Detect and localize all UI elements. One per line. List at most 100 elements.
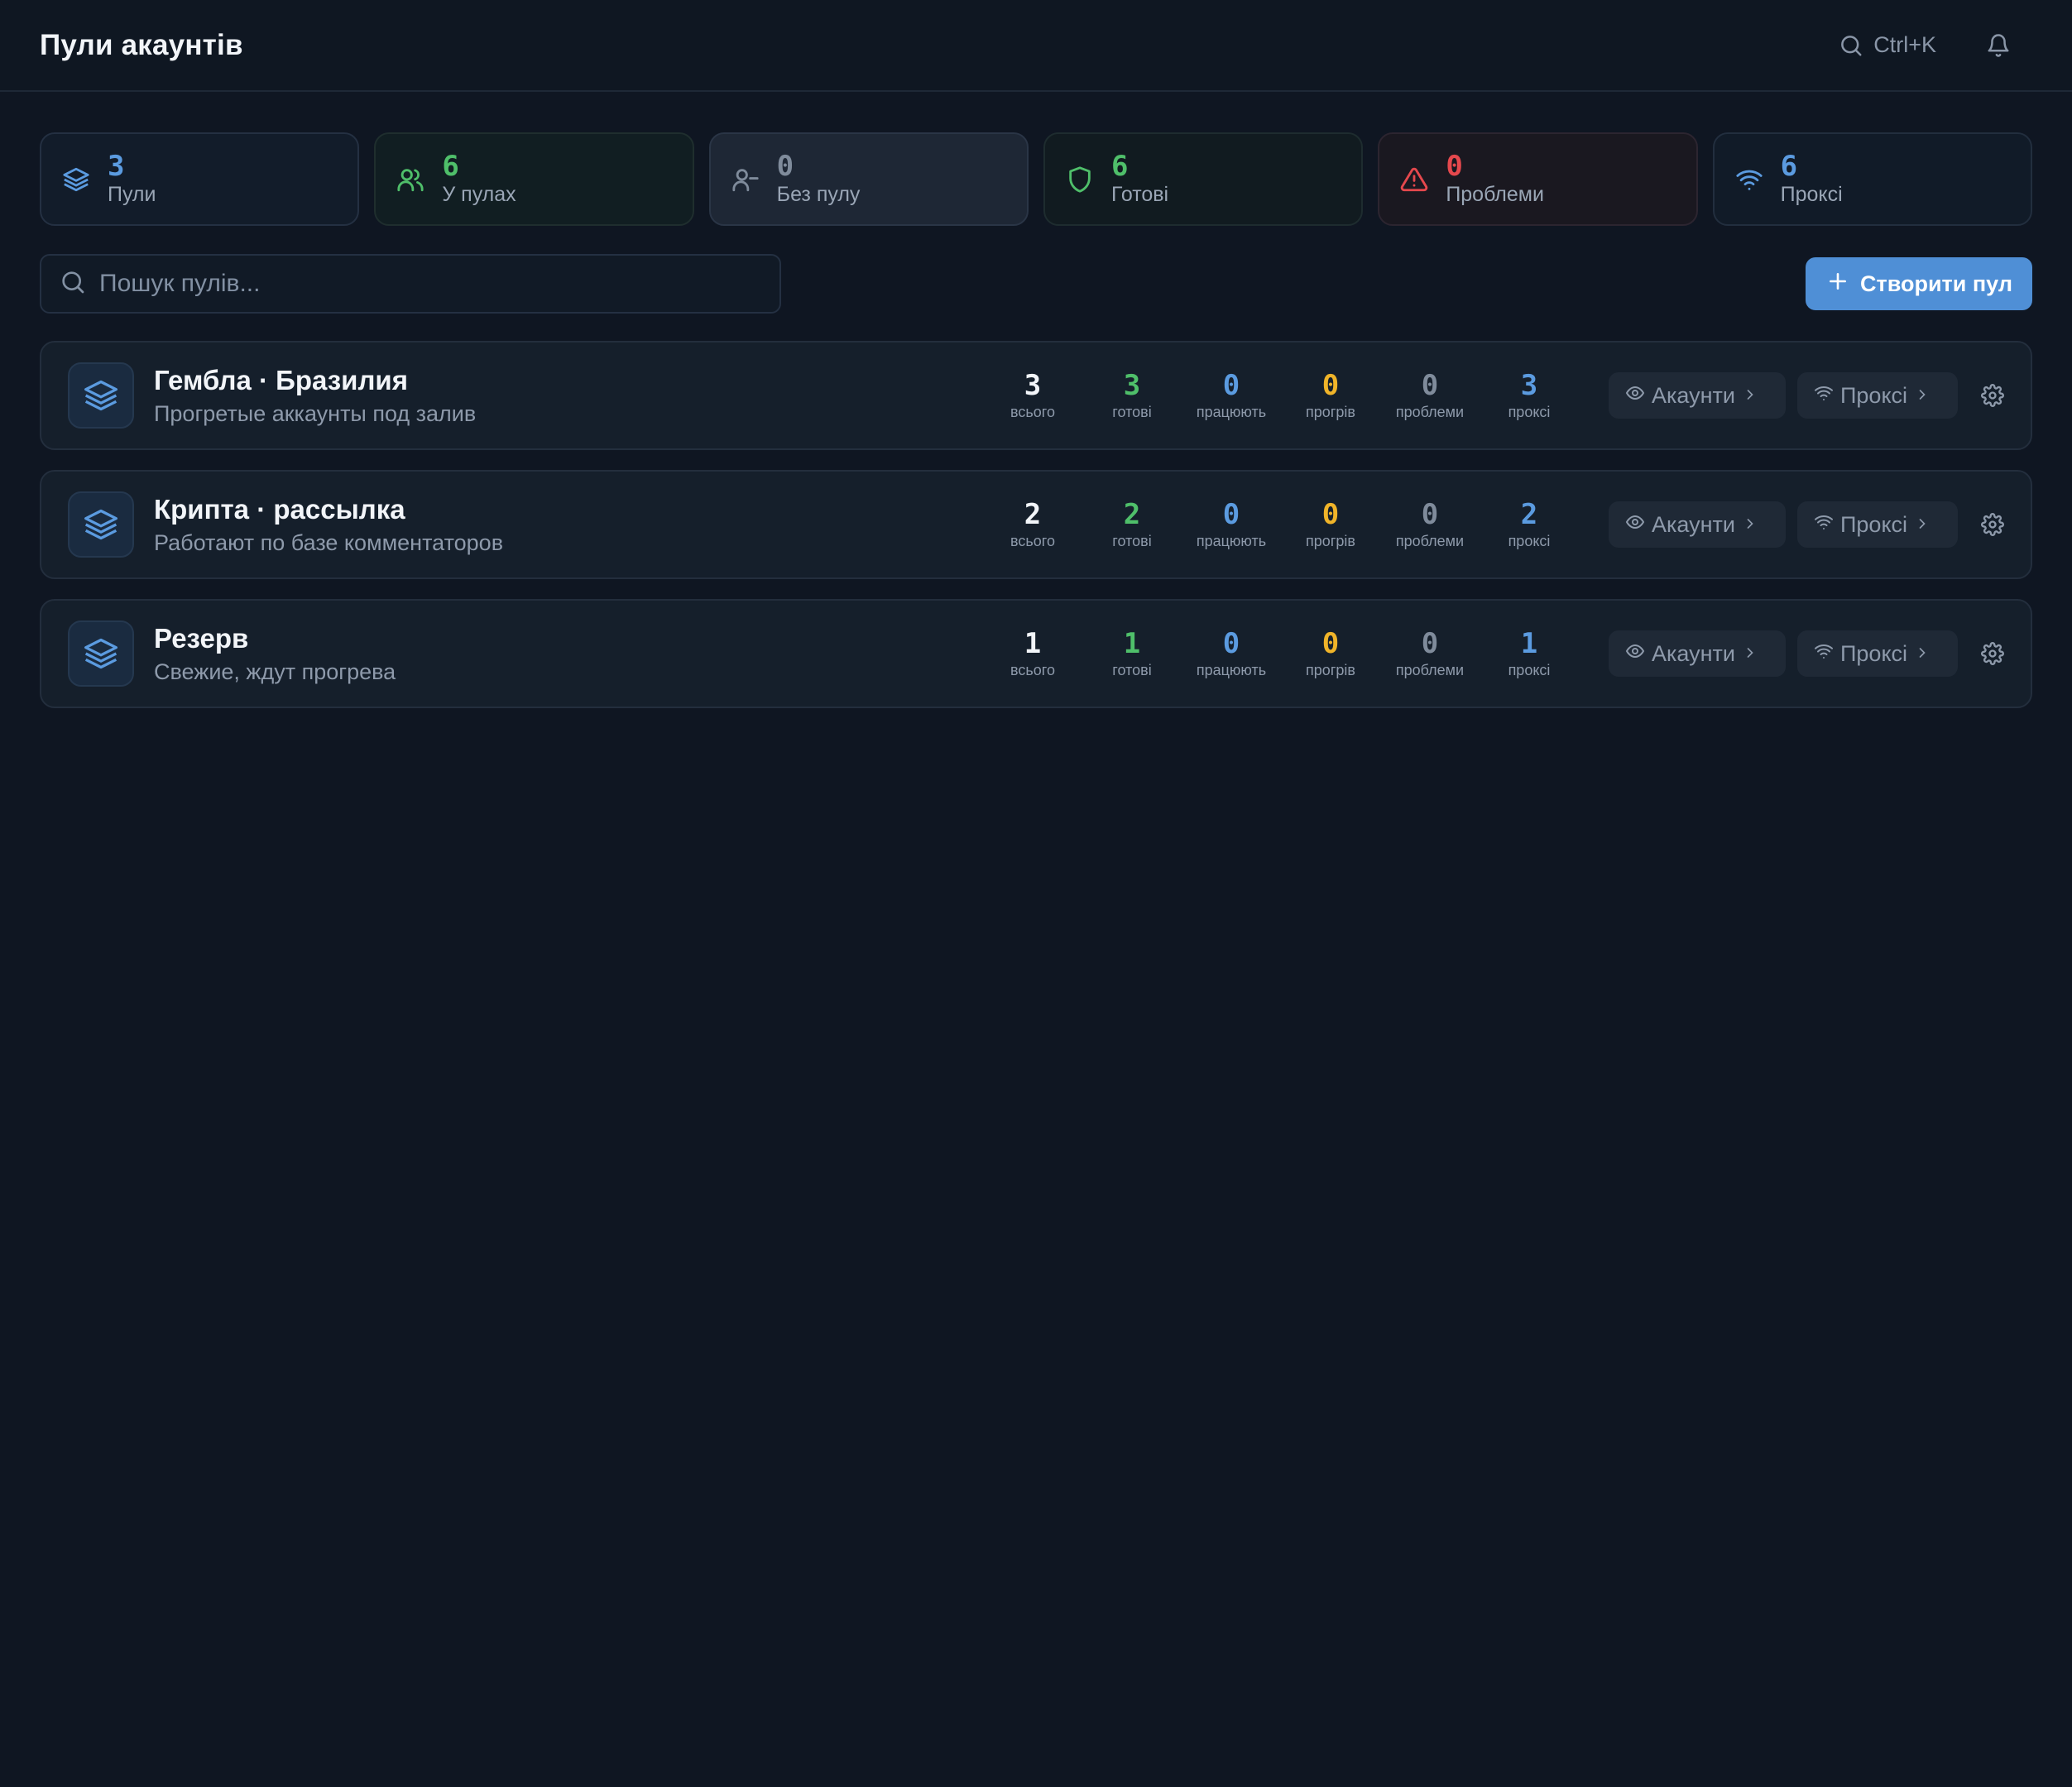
proxies-label: Проксі [1840,382,1908,408]
top-bar: Пули акаунтів Ctrl+K [0,0,2072,92]
metric-ready: 3 готові [1082,369,1182,422]
command-search-button[interactable]: Ctrl+K [1839,32,1936,58]
accounts-label: Акаунти [1652,382,1735,408]
stat-card-ready[interactable]: 6 Готові [1043,132,1364,226]
metric-problems: 0 проблеми [1380,369,1480,422]
create-pool-button[interactable]: Створити пул [1806,257,2032,310]
user-minus-icon [731,165,760,194]
layers-icon [68,491,134,558]
gear-icon[interactable] [1981,642,2004,665]
view-proxies-button[interactable]: Проксі [1797,501,1958,548]
view-accounts-button[interactable]: Акаунти [1609,630,1786,677]
plus-icon [1827,271,1849,298]
stat-value: 6 [1110,149,1129,183]
view-proxies-button[interactable]: Проксі [1797,630,1958,677]
metric-label: всього [1010,404,1055,420]
metric-ready: 2 готові [1082,498,1182,551]
stat-value: 0 [776,149,794,183]
gear-icon[interactable] [1981,513,2004,536]
metric-value: 2 [1123,498,1141,531]
metric-value: 0 [1222,627,1240,660]
stat-card-pools[interactable]: 3 Пули [40,132,360,226]
metric-label: всього [1010,533,1055,549]
pool-name: Крипта · рассылка [154,493,405,525]
metric-label: прогрів [1306,662,1355,678]
chevron-right-icon [1914,383,1931,409]
stat-card-proxies[interactable]: 6 Проксі [1712,132,2032,226]
chevron-right-icon [1914,641,1931,667]
metric-proxies: 3 проксі [1480,369,1579,422]
wifi-icon [1814,512,1834,538]
page-title: Пули акаунтів [40,28,243,61]
users-icon [396,165,425,194]
pool-metrics: 1 всього 1 готові 0 працюють 0 прогрів 0 [983,627,1579,680]
pool-row[interactable]: Крипта · рассылка Работают по базе комме… [40,470,2032,579]
create-pool-label: Створити пул [1860,271,2012,296]
proxies-label: Проксі [1840,511,1908,537]
stat-card-no-pool[interactable]: 0 Без пулу [708,132,1029,226]
view-accounts-button[interactable]: Акаунти [1609,372,1786,419]
main-content: 3 Пули 6 У пулах 0 Без пулу 6 Готові 0 П… [0,92,2072,708]
metric-total: 3 всього [983,369,1082,422]
metric-label: готові [1112,662,1152,678]
metric-label: прогрів [1306,404,1355,420]
metric-value: 1 [1024,627,1042,660]
metric-problems: 0 проблеми [1380,627,1480,680]
bell-icon [1986,33,2011,58]
pool-row[interactable]: Резерв Свежие, ждут прогрева 1 всього 1 … [40,599,2032,708]
notifications-button[interactable] [1986,33,2011,58]
metric-label: проблеми [1395,404,1465,420]
metric-label: проблеми [1395,662,1465,678]
chevron-right-icon [1742,512,1758,538]
pool-metrics: 3 всього 3 готові 0 працюють 0 прогрів 0 [983,369,1579,422]
metric-proxies: 2 проксі [1480,498,1579,551]
metric-value: 1 [1123,627,1141,660]
metric-total: 2 всього [983,498,1082,551]
view-accounts-button[interactable]: Акаунти [1609,501,1786,548]
metric-warming: 0 прогрів [1281,627,1380,680]
metric-value: 0 [1321,627,1340,660]
metric-value: 0 [1222,369,1240,402]
stat-card-in-pools[interactable]: 6 У пулах [374,132,694,226]
accounts-label: Акаунти [1652,511,1735,537]
metric-label: працюють [1196,662,1267,678]
metric-value: 3 [1520,369,1538,402]
stat-value: 6 [1780,149,1798,183]
stat-value: 0 [1446,149,1463,183]
pool-search-box [40,254,781,314]
metric-label: проблеми [1395,533,1465,549]
search-icon [60,269,86,299]
stat-label: Проблеми [1446,182,1544,206]
chevron-right-icon [1742,641,1758,667]
metric-label: проксі [1508,662,1551,678]
metric-label: проксі [1508,533,1551,549]
eye-icon [1625,383,1645,409]
metric-label: готові [1112,404,1152,420]
pools-toolbar: Створити пул [40,254,2032,314]
pool-search-input[interactable] [99,270,745,298]
proxies-label: Проксі [1840,640,1908,666]
metric-label: працюють [1196,533,1267,549]
stat-value: 3 [108,149,125,183]
pool-description: Свежие, ждут прогрева [154,659,396,684]
pool-name: Резерв [154,622,249,654]
metric-working: 0 працюють [1182,369,1281,422]
search-icon [1839,33,1863,58]
pool-row[interactable]: Гембла · Бразилия Прогретые аккаунты под… [40,341,2032,450]
eye-icon [1625,512,1645,538]
metric-value: 0 [1421,369,1439,402]
metric-working: 0 працюють [1182,627,1281,680]
accounts-label: Акаунти [1652,640,1735,666]
metric-value: 3 [1123,369,1141,402]
metric-proxies: 1 проксі [1480,627,1579,680]
stat-card-problems[interactable]: 0 Проблеми [1378,132,1698,226]
wifi-icon [1814,641,1834,667]
gear-icon[interactable] [1981,384,2004,407]
wifi-icon [1734,165,1764,194]
pool-name: Гембла · Бразилия [154,364,408,395]
pool-description: Работают по базе комментаторов [154,529,504,555]
metric-label: працюють [1196,404,1267,420]
alert-triangle-icon [1399,165,1429,194]
view-proxies-button[interactable]: Проксі [1797,372,1958,419]
pool-metrics: 2 всього 2 готові 0 працюють 0 прогрів 0 [983,498,1579,551]
